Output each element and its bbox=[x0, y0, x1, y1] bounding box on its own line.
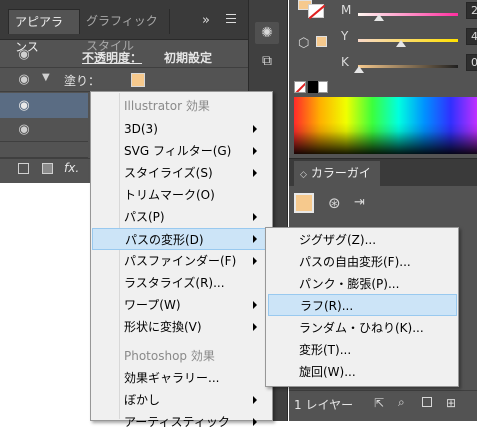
menu-item[interactable]: トリムマーク(O) bbox=[91, 184, 272, 206]
opacity-value: 初期設定 bbox=[164, 51, 213, 65]
channel-label-y: Y bbox=[341, 29, 349, 43]
submenu-arrow-icon bbox=[253, 396, 257, 404]
none-swatch[interactable] bbox=[294, 81, 306, 93]
submenu-arrow-icon bbox=[253, 213, 257, 221]
panel-menu-icon[interactable] bbox=[224, 12, 240, 26]
swatch-group-icon[interactable]: ⇥ bbox=[354, 195, 365, 210]
submenu-item[interactable]: ジグザグ(Z)... bbox=[266, 229, 458, 251]
menu-item[interactable]: 効果ギャラリー... bbox=[91, 367, 272, 389]
value-field-k[interactable]: 0 bbox=[466, 54, 477, 71]
fx-icon[interactable]: fx. bbox=[64, 161, 79, 175]
menu-section-header: Illustrator 効果 bbox=[124, 99, 210, 113]
row-eye-icon[interactable]: ◉ bbox=[16, 98, 32, 114]
appearance-row[interactable] bbox=[0, 118, 88, 142]
layers-count-label: 1 レイヤー bbox=[294, 398, 354, 412]
fill-label: 塗り： bbox=[64, 74, 101, 88]
clip-icon[interactable]: ⊞ bbox=[446, 396, 456, 410]
submenu-arrow-icon bbox=[253, 235, 257, 243]
menu-item[interactable]: アーティスティック bbox=[91, 411, 272, 433]
appearance-row[interactable] bbox=[0, 142, 88, 158]
submenu-item[interactable]: パンク・膨張(P)... bbox=[266, 273, 458, 295]
submenu-arrow-icon bbox=[253, 169, 257, 177]
menu-item[interactable]: 形状に変換(V) bbox=[91, 316, 272, 338]
menu-item[interactable]: 3D(3) bbox=[91, 118, 272, 140]
submenu-arrow-icon bbox=[253, 257, 257, 265]
tab-color-guide[interactable]: ◇カラーガイド bbox=[294, 161, 380, 207]
opacity-label[interactable]: 不透明度： bbox=[82, 49, 142, 66]
layer-square-icon[interactable] bbox=[422, 397, 432, 407]
visibility-eye-icon[interactable]: ◉ bbox=[16, 47, 32, 63]
stroke-indicator-swatch[interactable] bbox=[308, 4, 326, 20]
row-eye-icon[interactable]: ◉ bbox=[16, 122, 32, 138]
menu-item[interactable]: SVG フィルター(G) bbox=[91, 140, 272, 162]
submenu-item[interactable]: パスの自由変形(F)... bbox=[266, 251, 458, 273]
sun-icon[interactable]: ✺ bbox=[255, 22, 279, 44]
stroke-square-icon[interactable] bbox=[18, 163, 29, 174]
menu-item[interactable]: ぼかし bbox=[91, 389, 272, 411]
value-field-m[interactable]: 2 bbox=[466, 2, 477, 19]
submenu-arrow-icon bbox=[253, 418, 257, 426]
slider-track-m[interactable] bbox=[358, 13, 458, 16]
submenu-arrow-icon bbox=[253, 323, 257, 331]
tab-graphic-styles[interactable]: グラフィックスタイル bbox=[80, 9, 170, 53]
fill-square-icon[interactable] bbox=[42, 163, 53, 174]
menu-item[interactable]: ラスタライズ(R)... bbox=[91, 272, 272, 294]
slider-knob-y[interactable] bbox=[396, 40, 406, 47]
color-spectrum[interactable] bbox=[294, 97, 477, 154]
submenu-arrow-icon bbox=[253, 301, 257, 309]
slider-knob-m[interactable] bbox=[374, 14, 384, 21]
search-icon[interactable]: ⌕ bbox=[398, 395, 405, 410]
submenu-item[interactable]: ラフ(R)... bbox=[268, 294, 457, 316]
out-of-web-swatch[interactable] bbox=[316, 36, 327, 47]
fill-color-swatch[interactable] bbox=[131, 73, 145, 87]
selected-appearance-row[interactable] bbox=[0, 93, 88, 118]
white-swatch[interactable] bbox=[318, 81, 328, 93]
fill-eye-icon[interactable]: ◉ bbox=[16, 72, 32, 88]
submenu-item[interactable]: 旋回(W)... bbox=[266, 361, 458, 383]
menu-item[interactable]: パス(P) bbox=[91, 206, 272, 228]
fill-row[interactable] bbox=[0, 67, 248, 92]
export-icon[interactable]: ⇱ bbox=[374, 396, 384, 410]
base-color-swatch[interactable] bbox=[294, 193, 314, 213]
collapse-panel-icon[interactable]: » bbox=[202, 13, 210, 28]
cube-icon[interactable]: ⬡ bbox=[298, 36, 309, 51]
submenu-arrow-icon bbox=[253, 125, 257, 133]
channel-label-m: M bbox=[341, 3, 352, 17]
black-swatch[interactable] bbox=[308, 81, 318, 93]
menu-item[interactable]: パスの変形(D) bbox=[92, 228, 269, 250]
tab-appearance[interactable]: アピアランス bbox=[8, 9, 80, 54]
menu-section-header: Photoshop 効果 bbox=[124, 349, 215, 363]
menu-item[interactable]: スタイライズ(S) bbox=[91, 162, 272, 184]
slider-track-k[interactable] bbox=[358, 65, 458, 68]
submenu-item[interactable]: ランダム・ひねり(K)... bbox=[266, 317, 458, 339]
menu-item[interactable]: パスファインダー(F) bbox=[91, 250, 272, 272]
value-field-y[interactable]: 4 bbox=[466, 28, 477, 45]
submenu-item[interactable]: 変形(T)... bbox=[266, 339, 458, 361]
slider-track-y[interactable] bbox=[358, 39, 458, 42]
submenu-arrow-icon bbox=[253, 147, 257, 155]
chevron-down-icon[interactable]: ▼ bbox=[42, 72, 50, 83]
menu-item[interactable]: ワープ(W) bbox=[91, 294, 272, 316]
slider-knob-k[interactable] bbox=[354, 66, 364, 73]
transform-icon[interactable]: ⧉ bbox=[255, 50, 279, 72]
channel-label-k: K bbox=[341, 55, 349, 69]
harmony-rules-icon[interactable]: ⊛ bbox=[328, 194, 341, 212]
